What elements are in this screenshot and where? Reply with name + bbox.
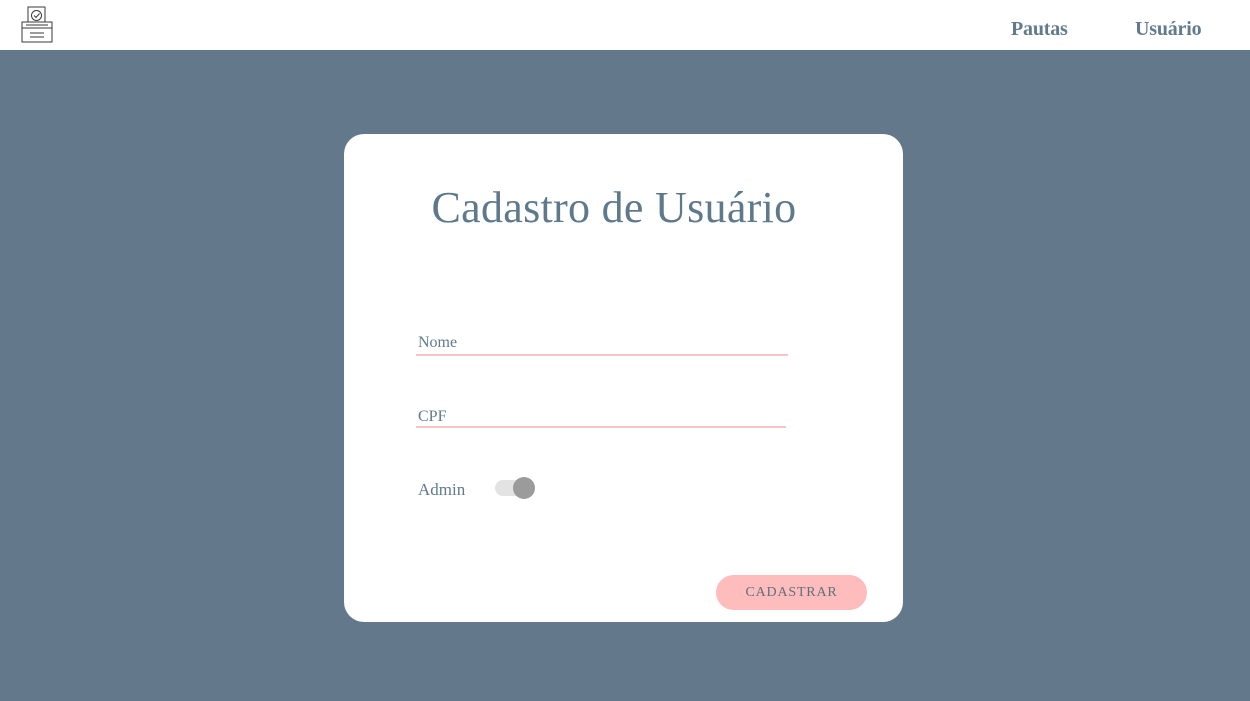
top-navbar: Pautas Usuário <box>0 0 1250 50</box>
admin-label: Admin <box>418 480 466 499</box>
cpf-field: CPF <box>416 400 788 428</box>
cadastrar-button[interactable]: CADASTRAR <box>716 575 867 610</box>
cpf-input[interactable] <box>416 400 786 428</box>
nome-input[interactable] <box>416 328 788 356</box>
admin-toggle[interactable] <box>495 476 537 500</box>
page-title: Cadastro de Usuário <box>431 183 797 232</box>
user-registration-card: Cadastro de Usuário Nome CPF Admin CADAS… <box>344 134 903 622</box>
admin-toggle-thumb <box>513 477 535 499</box>
nav-link-usuario[interactable]: Usuário <box>1135 18 1202 41</box>
nav-link-pautas[interactable]: Pautas <box>1011 18 1068 41</box>
nome-field: Nome <box>416 328 788 356</box>
ballot-box-icon[interactable] <box>20 6 54 44</box>
